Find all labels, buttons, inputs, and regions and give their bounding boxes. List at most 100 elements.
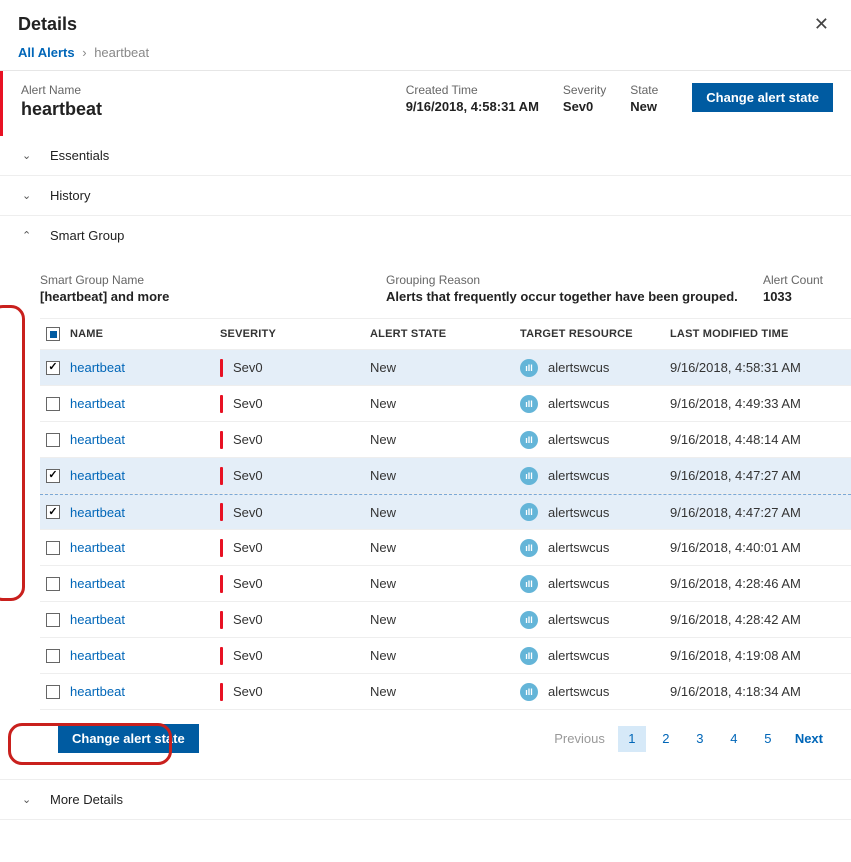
resource-icon: ıll <box>520 503 538 521</box>
row-target[interactable]: ıllalertswcus <box>520 539 670 557</box>
row-state: New <box>370 468 520 483</box>
table-row[interactable]: heartbeatSev0Newıllalertswcus9/16/2018, … <box>40 602 851 638</box>
annotation-checkbox-column <box>0 305 25 601</box>
alerts-table: NAME SEVERITY ALERT STATE TARGET RESOURC… <box>40 318 851 710</box>
row-target[interactable]: ıllalertswcus <box>520 503 670 521</box>
table-row[interactable]: heartbeatSev0Newıllalertswcus9/16/2018, … <box>40 422 851 458</box>
row-severity: Sev0 <box>220 431 370 449</box>
row-severity: Sev0 <box>220 503 370 521</box>
resource-icon: ıll <box>520 611 538 629</box>
col-target[interactable]: TARGET RESOURCE <box>520 328 670 340</box>
row-target[interactable]: ıllalertswcus <box>520 395 670 413</box>
row-state: New <box>370 684 520 699</box>
alert-name-value: heartbeat <box>21 99 102 120</box>
alert-name-link[interactable]: heartbeat <box>70 612 125 627</box>
created-time-label: Created Time <box>406 83 539 97</box>
table-row[interactable]: heartbeatSev0Newıllalertswcus9/16/2018, … <box>40 566 851 602</box>
pager-page[interactable]: 3 <box>686 726 714 752</box>
row-target[interactable]: ıllalertswcus <box>520 647 670 665</box>
alert-name-link[interactable]: heartbeat <box>70 432 125 447</box>
row-severity: Sev0 <box>220 611 370 629</box>
severity-bar-icon <box>220 467 223 485</box>
col-state[interactable]: ALERT STATE <box>370 328 520 340</box>
chevron-up-icon: ⌃ <box>22 229 36 242</box>
section-history[interactable]: ⌄ History <box>0 176 851 216</box>
table-row[interactable]: heartbeatSev0Newıllalertswcus9/16/2018, … <box>40 386 851 422</box>
severity-bar-icon <box>220 503 223 521</box>
col-severity[interactable]: SEVERITY <box>220 328 370 340</box>
breadcrumb-current: heartbeat <box>94 45 149 60</box>
row-target[interactable]: ıllalertswcus <box>520 611 670 629</box>
row-checkbox[interactable] <box>46 505 60 519</box>
row-state: New <box>370 648 520 663</box>
table-row[interactable]: heartbeatSev0Newıllalertswcus9/16/2018, … <box>40 350 851 386</box>
select-all-checkbox[interactable] <box>46 327 60 341</box>
row-target[interactable]: ıllalertswcus <box>520 575 670 593</box>
table-row[interactable]: heartbeat Sev0Newıllalertswcus9/16/2018, … <box>40 674 851 710</box>
resource-icon: ıll <box>520 647 538 665</box>
alert-name-link[interactable]: heartbeat <box>70 648 125 663</box>
row-state: New <box>370 540 520 555</box>
table-row[interactable]: heartbeatSev0Newıllalertswcus9/16/2018, … <box>40 494 851 530</box>
sg-count-value: 1033 <box>763 289 823 304</box>
row-modified: 9/16/2018, 4:47:27 AM <box>670 505 850 520</box>
pager-page[interactable]: 2 <box>652 726 680 752</box>
resource-icon: ıll <box>520 395 538 413</box>
row-checkbox[interactable] <box>46 649 60 663</box>
sg-reason-value: Alerts that frequently occur together ha… <box>386 289 738 304</box>
table-row[interactable]: heartbeatSev0Newıllalertswcus9/16/2018, … <box>40 638 851 674</box>
section-more-details[interactable]: ⌄ More Details <box>0 779 851 820</box>
row-checkbox[interactable] <box>46 613 60 627</box>
row-modified: 9/16/2018, 4:47:27 AM <box>670 468 850 483</box>
pager-page[interactable]: 4 <box>720 726 748 752</box>
severity-value: Sev0 <box>563 99 606 114</box>
section-essentials[interactable]: ⌄ Essentials <box>0 136 851 176</box>
breadcrumb: All Alerts › heartbeat <box>0 39 851 71</box>
row-target[interactable]: ıllalertswcus <box>520 683 670 701</box>
row-target[interactable]: ıllalertswcus <box>520 467 670 485</box>
row-checkbox[interactable] <box>46 685 60 699</box>
col-name[interactable]: NAME <box>70 328 220 340</box>
row-severity: Sev0 <box>220 359 370 377</box>
panel-title: Details <box>18 14 810 35</box>
row-checkbox[interactable] <box>46 469 60 483</box>
resource-icon: ıll <box>520 467 538 485</box>
row-checkbox[interactable] <box>46 433 60 447</box>
row-target[interactable]: ıllalertswcus <box>520 431 670 449</box>
alert-name-link[interactable]: heartbeat <box>70 468 125 483</box>
pager-page[interactable]: 1 <box>618 726 646 752</box>
row-checkbox[interactable] <box>46 361 60 375</box>
state-label: State <box>630 83 658 97</box>
bulk-change-state-button[interactable]: Change alert state <box>58 724 199 753</box>
severity-bar-icon <box>220 395 223 413</box>
row-checkbox[interactable] <box>46 541 60 555</box>
close-icon[interactable]: ✕ <box>810 10 833 39</box>
row-modified: 9/16/2018, 4:19:08 AM <box>670 648 850 663</box>
state-value: New <box>630 99 658 114</box>
resource-icon: ıll <box>520 539 538 557</box>
col-modified[interactable]: LAST MODIFIED TIME <box>670 328 850 340</box>
alert-name-link[interactable]: heartbeat <box>70 576 125 591</box>
sg-reason-label: Grouping Reason <box>386 273 738 287</box>
row-modified: 9/16/2018, 4:18:34 AM <box>670 684 850 699</box>
table-row[interactable]: heartbeatSev0Newıllalertswcus9/16/2018, … <box>40 458 851 494</box>
row-target[interactable]: ıllalertswcus <box>520 359 670 377</box>
breadcrumb-root[interactable]: All Alerts <box>18 45 75 60</box>
change-state-button[interactable]: Change alert state <box>692 83 833 112</box>
alert-name-link[interactable]: heartbeat <box>70 505 125 520</box>
pager-page[interactable]: 5 <box>754 726 782 752</box>
section-label: History <box>50 188 90 203</box>
alert-name-link[interactable]: heartbeat <box>70 396 125 411</box>
row-checkbox[interactable] <box>46 397 60 411</box>
row-severity: Sev0 <box>220 683 370 701</box>
sg-name-value: [heartbeat] and more <box>40 289 386 304</box>
alert-name-link[interactable]: heartbeat <box>70 540 125 555</box>
table-row[interactable]: heartbeatSev0Newıllalertswcus9/16/2018, … <box>40 530 851 566</box>
pager-next[interactable]: Next <box>795 731 823 746</box>
row-modified: 9/16/2018, 4:58:31 AM <box>670 360 850 375</box>
section-smart-group[interactable]: ⌃ Smart Group <box>0 216 851 255</box>
alert-name-link[interactable]: heartbeat <box>70 360 125 375</box>
alert-name-link[interactable]: heartbeat <box>70 684 125 699</box>
row-severity: Sev0 <box>220 575 370 593</box>
row-checkbox[interactable] <box>46 577 60 591</box>
